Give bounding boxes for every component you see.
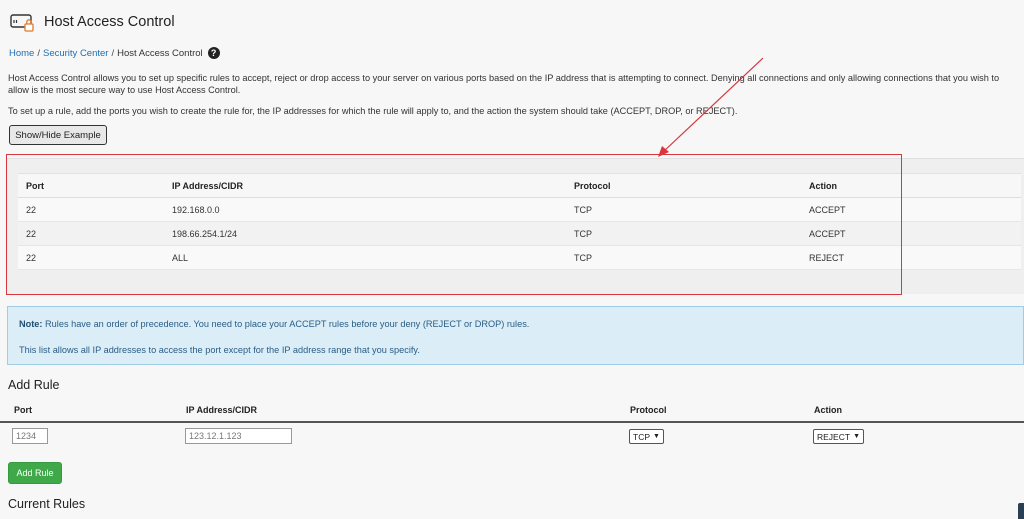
breadcrumb-current: Host Access Control xyxy=(117,47,203,59)
column-header-protocol: Protocol xyxy=(566,173,801,198)
column-header-ip: IP Address/CIDR xyxy=(164,173,566,198)
port-input[interactable] xyxy=(12,428,48,444)
example-rules-table: Port IP Address/CIDR Protocol Action 22 … xyxy=(18,173,1021,270)
cell-ip: 198.66.254.1/24 xyxy=(164,221,566,246)
cell-port: 22 xyxy=(18,245,164,270)
page-header: Host Access Control xyxy=(10,10,175,34)
note-label: Note: xyxy=(19,319,43,329)
cell-protocol: TCP xyxy=(566,221,801,246)
add-rule-button[interactable]: Add Rule xyxy=(8,462,62,484)
breadcrumb: Home / Security Center / Host Access Con… xyxy=(9,47,220,59)
page-title: Host Access Control xyxy=(44,14,175,30)
column-header-action: Action xyxy=(801,173,1021,198)
form-header-action: Action xyxy=(814,405,842,415)
form-header-protocol: Protocol xyxy=(630,405,667,415)
cell-protocol: TCP xyxy=(566,245,801,270)
protocol-select[interactable]: TCP ▼ xyxy=(629,429,664,444)
chat-widget-icon[interactable] xyxy=(1018,503,1024,519)
table-row: 22 198.66.254.1/24 TCP ACCEPT xyxy=(18,221,1021,246)
breadcrumb-separator: / xyxy=(37,47,40,59)
breadcrumb-security-center-link[interactable]: Security Center xyxy=(43,48,108,59)
breadcrumb-home-link[interactable]: Home xyxy=(9,48,34,59)
ip-address-input[interactable] xyxy=(185,428,292,444)
cell-port: 22 xyxy=(18,221,164,246)
cell-port: 22 xyxy=(18,197,164,222)
description-paragraph-2: To set up a rule, add the ports you wish… xyxy=(8,106,738,116)
cell-action: REJECT xyxy=(801,245,1021,270)
action-select[interactable]: REJECT ▼ xyxy=(813,429,864,444)
show-hide-example-button[interactable]: Show/Hide Example xyxy=(9,125,107,145)
cell-action: ACCEPT xyxy=(801,221,1021,246)
add-rule-header-row: Port IP Address/CIDR Protocol Action xyxy=(0,403,1024,423)
note-alert: Note: Rules have an order of precedence.… xyxy=(7,306,1024,365)
form-header-ip: IP Address/CIDR xyxy=(186,405,258,415)
description-paragraph-1: Host Access Control allows you to set up… xyxy=(8,73,1000,95)
breadcrumb-separator: / xyxy=(111,47,115,59)
column-header-port: Port xyxy=(18,173,164,198)
table-row: 22 ALL TCP REJECT xyxy=(18,245,1021,270)
form-header-port: Port xyxy=(14,405,32,415)
action-select-value: REJECT xyxy=(817,431,851,442)
cell-ip: ALL xyxy=(164,245,566,270)
cell-ip: 192.168.0.0 xyxy=(164,197,566,222)
table-header-row: Port IP Address/CIDR Protocol Action xyxy=(18,173,1021,198)
add-rule-heading: Add Rule xyxy=(8,378,60,392)
table-row: 22 192.168.0.0 TCP ACCEPT xyxy=(18,197,1021,222)
example-panel: Port IP Address/CIDR Protocol Action 22 … xyxy=(7,158,1024,294)
chevron-down-icon: ▼ xyxy=(853,433,860,440)
chevron-down-icon: ▼ xyxy=(653,433,660,440)
cell-protocol: TCP xyxy=(566,197,801,222)
protocol-select-value: TCP xyxy=(633,431,650,442)
note-message: Rules have an order of precedence. You n… xyxy=(45,319,530,329)
host-access-icon xyxy=(10,14,34,32)
note-text: Note: Rules have an order of precedence.… xyxy=(19,319,529,329)
cell-action: ACCEPT xyxy=(801,197,1021,222)
help-icon[interactable]: ? xyxy=(207,47,220,59)
current-rules-heading: Current Rules xyxy=(8,497,86,511)
note-text-secondary: This list allows all IP addresses to acc… xyxy=(19,345,420,355)
